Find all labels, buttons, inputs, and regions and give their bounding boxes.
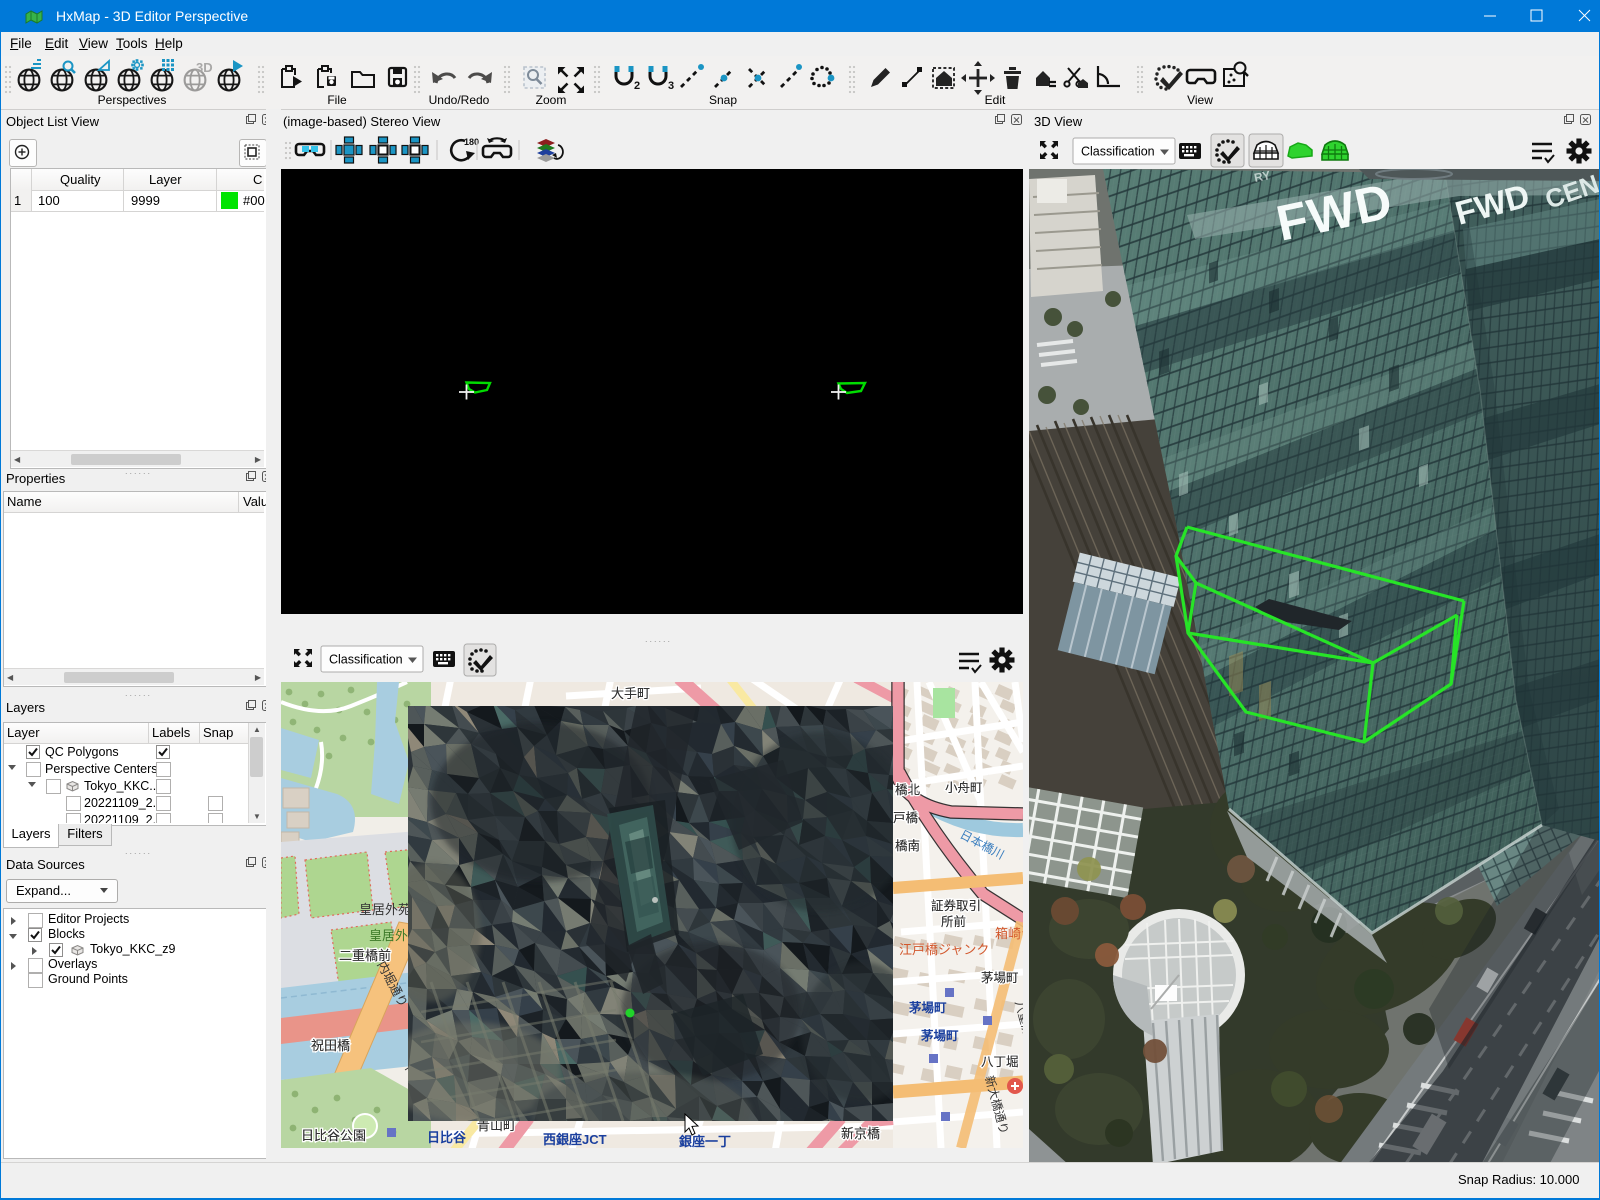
svg-text:八丁堀: 八丁堀 xyxy=(981,1054,1019,1069)
svg-text:西銀座JCT: 西銀座JCT xyxy=(543,1132,607,1147)
svg-text:皇居外: 皇居外 xyxy=(369,928,408,943)
svg-text:茅場町: 茅場町 xyxy=(921,1028,959,1043)
svg-text:3D: 3D xyxy=(196,60,213,75)
svg-text:茅場町: 茅場町 xyxy=(981,971,1019,985)
svg-text:大手町: 大手町 xyxy=(611,686,650,701)
svg-text:新京橋: 新京橋 xyxy=(841,1126,880,1141)
svg-text:箱崎ジ: 箱崎ジ xyxy=(995,926,1023,941)
svg-text:茅場町: 茅場町 xyxy=(909,1000,947,1015)
svg-text:日比谷公園: 日比谷公園 xyxy=(301,1128,366,1143)
svg-text:祝田橋: 祝田橋 xyxy=(311,1038,350,1053)
svg-text:皇居外苑: 皇居外苑 xyxy=(359,902,411,917)
svg-text:3: 3 xyxy=(668,80,674,92)
svg-text:証券取引: 証券取引 xyxy=(931,898,981,913)
svg-text:所前: 所前 xyxy=(941,914,966,929)
svg-text:江戸橋ジャンク: 江戸橋ジャンク xyxy=(899,942,989,957)
svg-text:戸橋: 戸橋 xyxy=(893,811,919,825)
svg-text:橋北: 橋北 xyxy=(895,783,921,797)
svg-text:2: 2 xyxy=(634,80,640,92)
svg-text:小舟町: 小舟町 xyxy=(945,781,983,795)
svg-text:橋南: 橋南 xyxy=(895,838,920,853)
svg-text:銀座一丁: 銀座一丁 xyxy=(679,1134,731,1148)
svg-text:日比谷: 日比谷 xyxy=(427,1130,467,1145)
